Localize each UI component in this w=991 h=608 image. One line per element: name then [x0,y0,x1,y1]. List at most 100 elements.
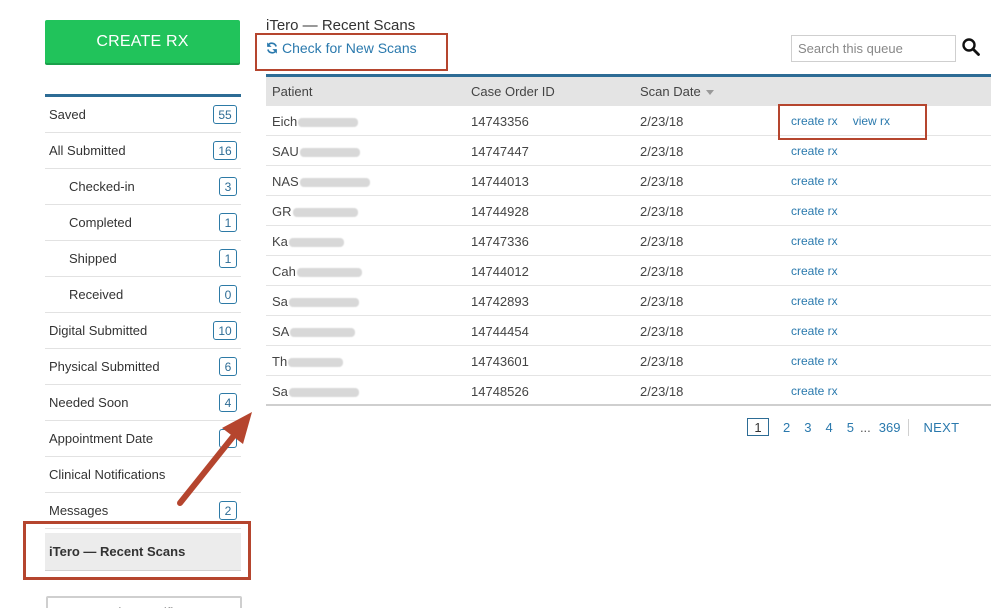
count-badge: 55 [213,105,237,124]
patient-name-cell: Cah [272,264,362,279]
create-rx-link[interactable]: create rx [791,144,838,158]
table-row[interactable]: Sa 14742893 2/23/18 create rx [266,286,991,316]
patient-name-text: Ka [272,234,288,249]
count-badge: 16 [213,141,237,160]
page-1[interactable]: 1 [747,418,769,436]
sidebar-item-label: Physical Submitted [49,359,160,374]
redacted-name-blur [288,298,359,308]
sidebar-item-completed[interactable]: Completed 1 [45,205,241,241]
create-rx-link[interactable]: create rx [791,354,838,368]
sidebar-nav: Saved 55 All Submitted 16 Checked-in 3 C… [45,94,241,571]
sidebar-item-messages[interactable]: Messages 2 [45,493,241,529]
sidebar-item-all-submitted[interactable]: All Submitted 16 [45,133,241,169]
table-row[interactable]: Ka 14747336 2/23/18 create rx [266,226,991,256]
case-order-id-cell: 14744013 [471,174,529,189]
patient-name-cell: Sa [272,294,359,309]
create-rx-button[interactable]: CREATE RX [45,20,240,63]
row-actions: create rx [791,174,838,188]
patient-name-text: GR [272,204,292,219]
scan-date-cell: 2/23/18 [640,114,684,129]
sidebar-item-shipped[interactable]: Shipped 1 [45,241,241,277]
case-order-id-cell: 14744454 [471,324,529,339]
patient-name-cell: Th [272,354,344,369]
page-3[interactable]: 3 [804,420,811,435]
count-badge: 2 [219,501,237,520]
sidebar-item-label: Completed [69,215,132,230]
create-rx-link[interactable]: create rx [791,384,838,398]
create-rx-link[interactable]: create rx [791,204,838,218]
case-order-id-cell: 14742893 [471,294,529,309]
sidebar-item-saved[interactable]: Saved 55 [45,97,241,133]
row-actions: create rx [791,384,838,398]
scan-date-cell: 2/23/18 [640,174,684,189]
patient-name-text: NAS [272,174,299,189]
case-order-id-cell: 14747336 [471,234,529,249]
search-icon[interactable] [962,38,980,56]
search-input[interactable] [791,35,956,62]
scan-date-cell: 2/23/18 [640,144,684,159]
table-row[interactable]: Cah 14744012 2/23/18 create rx [266,256,991,286]
column-header-scan-date[interactable]: Scan Date [640,84,714,99]
row-actions: create rx [791,144,838,158]
check-new-scans-link[interactable]: Check for New Scans [266,40,417,56]
row-actions: create rx [791,264,838,278]
patient-name-text: Th [272,354,288,369]
sidebar-item-itero-recent-scans[interactable]: iTero — Recent Scans [45,533,241,571]
sidebar-item-label: Shipped [69,251,117,266]
scan-date-cell: 2/23/18 [640,204,684,219]
notifications-button[interactable]: Together, Notificat... [46,596,242,608]
create-rx-link[interactable]: create rx [791,234,838,248]
sidebar-item-needed-soon[interactable]: Needed Soon 4 [45,385,241,421]
sidebar-item-received[interactable]: Received 0 [45,277,241,313]
page-2[interactable]: 2 [783,420,790,435]
pagination-divider [908,418,910,436]
scan-date-cell: 2/23/18 [640,234,684,249]
scan-date-cell: 2/23/18 [640,264,684,279]
redacted-name-blur [288,238,344,248]
next-page-button[interactable]: NEXT [923,420,959,435]
patient-name-cell: Eich [272,114,359,129]
create-rx-link[interactable]: create rx [791,294,838,308]
patient-name-text: Eich [272,114,298,129]
sidebar-item-clinical-notifications[interactable]: Clinical Notifications [45,457,241,493]
refresh-icon [267,42,277,54]
create-rx-link[interactable]: create rx [791,264,838,278]
check-new-scans-label: Check for New Scans [282,40,417,56]
redacted-name-blur [290,328,356,338]
table-row[interactable]: Th 14743601 2/23/18 create rx [266,346,991,376]
table-row[interactable]: Eich 14743356 2/23/18 create rx view rx [266,106,991,136]
table-row[interactable]: NAS 14744013 2/23/18 create rx [266,166,991,196]
page-last[interactable]: 369 [879,420,901,435]
count-badge: 1 [219,249,237,268]
sidebar-item-checked-in[interactable]: Checked-in 3 [45,169,241,205]
row-actions: create rx [791,324,838,338]
count-badge: 0 [219,285,237,304]
create-rx-link[interactable]: create rx [791,174,838,188]
create-rx-link[interactable]: create rx [791,114,838,128]
scan-date-cell: 2/23/18 [640,324,684,339]
row-actions: create rx view rx [791,114,890,128]
table-row[interactable]: Sa 14748526 2/23/18 create rx [266,376,991,406]
table-row[interactable]: SAU 14747447 2/23/18 create rx [266,136,991,166]
sidebar-item-appointment-date[interactable]: Appointment Date [45,421,241,457]
page-5[interactable]: 5 [847,420,854,435]
sidebar-item-label: Checked-in [69,179,135,194]
sidebar-item-digital-submitted[interactable]: Digital Submitted 10 [45,313,241,349]
page-title: iTero — Recent Scans [266,17,416,34]
column-header-patient[interactable]: Patient [272,84,312,99]
count-badge [219,429,237,448]
sidebar-item-label: iTero — Recent Scans [49,544,186,559]
view-rx-link[interactable]: view rx [853,114,890,128]
scan-date-cell: 2/23/18 [640,384,684,399]
table-row[interactable]: SA 14744454 2/23/18 create rx [266,316,991,346]
column-header-case-order-id[interactable]: Case Order ID [471,84,555,99]
patient-name-cell: Sa [272,384,359,399]
create-rx-link[interactable]: create rx [791,324,838,338]
table-row[interactable]: GR 14744928 2/23/18 create rx [266,196,991,226]
scan-date-cell: 2/23/18 [640,354,684,369]
sidebar-item-physical-submitted[interactable]: Physical Submitted 6 [45,349,241,385]
sidebar-item-label: All Submitted [49,143,126,158]
patient-name-text: Sa [272,384,288,399]
page-4[interactable]: 4 [825,420,832,435]
sidebar-item-label: Clinical Notifications [49,467,166,482]
